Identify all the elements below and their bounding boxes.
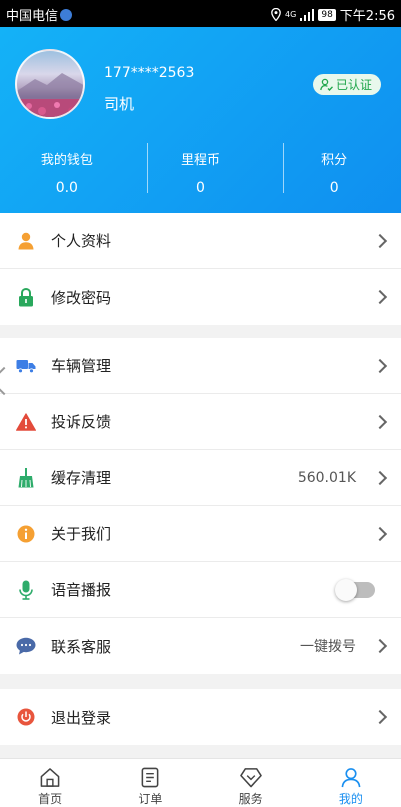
menu-item-change-password[interactable]: 修改密码 bbox=[0, 269, 401, 325]
carrier-badge-icon bbox=[60, 9, 73, 21]
tab-mine[interactable]: 我的 bbox=[301, 759, 401, 807]
avatar-image bbox=[17, 73, 83, 117]
menu-group-main: 车辆管理 投诉反馈 缓存清理 560.01K 关于我们 语音播报 联系客服 一键… bbox=[0, 338, 401, 674]
avatar[interactable] bbox=[15, 49, 85, 119]
menu-item-vehicle-management[interactable]: 车辆管理 bbox=[0, 338, 401, 394]
profile-header: 177****2563 司机 已认证 我的钱包 0.0 里程币 0 积分 0 bbox=[0, 27, 401, 213]
status-right: 4G 98 下午2:56 bbox=[271, 5, 395, 24]
stat-value: 0.0 bbox=[55, 180, 78, 196]
menu-item-label: 语音播报 bbox=[51, 581, 112, 599]
tab-service[interactable]: 服务 bbox=[201, 759, 301, 807]
menu-group-logout: 退出登录 bbox=[0, 689, 401, 745]
stat-divider bbox=[283, 143, 284, 193]
menu-item-customer-service[interactable]: 联系客服 一键拨号 bbox=[0, 618, 401, 674]
stat-divider bbox=[147, 143, 148, 193]
battery-indicator: 98 bbox=[318, 8, 336, 21]
menu-item-profile[interactable]: 个人资料 bbox=[0, 213, 401, 269]
list-icon bbox=[141, 767, 159, 788]
lock-icon bbox=[16, 287, 36, 307]
tab-orders[interactable]: 订单 bbox=[100, 759, 200, 807]
verified-label: 已认证 bbox=[335, 78, 372, 92]
chevron-right-icon bbox=[372, 358, 388, 373]
user-role: 司机 bbox=[104, 95, 135, 113]
info-icon bbox=[16, 524, 36, 544]
cache-size-value: 560.01K bbox=[297, 469, 356, 486]
menu-item-label: 退出登录 bbox=[51, 708, 112, 727]
truck-icon bbox=[16, 356, 36, 376]
stat-label: 里程币 bbox=[181, 153, 221, 168]
stat-wallet[interactable]: 我的钱包 0.0 bbox=[0, 143, 134, 198]
status-bar: 中国电信 4G 98 下午2:56 bbox=[0, 0, 401, 27]
chevron-right-icon bbox=[372, 289, 388, 305]
chevron-right-icon bbox=[372, 233, 388, 248]
warning-icon bbox=[16, 412, 36, 432]
menu-item-label: 车辆管理 bbox=[51, 357, 112, 375]
toggle-knob bbox=[335, 578, 357, 601]
menu-item-label: 关于我们 bbox=[51, 525, 112, 543]
tab-label: 订单 bbox=[138, 792, 163, 806]
menu-item-logout[interactable]: 退出登录 bbox=[0, 689, 401, 745]
home-icon bbox=[40, 768, 60, 787]
menu-item-label: 修改密码 bbox=[51, 288, 112, 307]
stat-value: 0 bbox=[329, 180, 339, 196]
tab-home[interactable]: 首页 bbox=[0, 759, 100, 807]
stats-row: 我的钱包 0.0 里程币 0 积分 0 bbox=[0, 143, 401, 198]
menu-item-voice-broadcast: 语音播报 bbox=[0, 562, 401, 618]
menu-item-label: 联系客服 bbox=[51, 637, 112, 656]
user-icon bbox=[341, 768, 361, 788]
chevron-right-icon bbox=[372, 414, 388, 429]
menu-group-account: 个人资料 修改密码 bbox=[0, 213, 401, 325]
stat-label: 积分 bbox=[321, 153, 348, 168]
stat-label: 我的钱包 bbox=[40, 153, 93, 168]
service-icon bbox=[239, 768, 262, 788]
microphone-icon bbox=[16, 580, 36, 600]
user-phone: 177****2563 bbox=[104, 65, 195, 81]
stat-value: 0 bbox=[196, 180, 205, 196]
location-icon bbox=[271, 8, 281, 21]
menu-item-label: 投诉反馈 bbox=[51, 413, 112, 431]
chevron-right-icon bbox=[372, 526, 388, 541]
stat-points[interactable]: 积分 0 bbox=[267, 143, 401, 198]
menu-item-clear-cache[interactable]: 缓存清理 560.01K bbox=[0, 450, 401, 506]
signal-icon bbox=[300, 8, 315, 21]
power-icon bbox=[16, 707, 36, 727]
network-type: 4G bbox=[285, 9, 297, 19]
chat-icon bbox=[16, 636, 36, 656]
tab-label: 我的 bbox=[338, 792, 363, 806]
stat-mileage-coins[interactable]: 里程币 0 bbox=[134, 143, 268, 198]
broom-icon bbox=[16, 467, 36, 488]
tab-label: 首页 bbox=[38, 792, 63, 806]
one-click-dial-label: 一键拨号 bbox=[300, 639, 356, 655]
menu-item-label: 个人资料 bbox=[51, 232, 112, 250]
chevron-right-icon bbox=[372, 709, 388, 725]
carrier-label: 中国电信 bbox=[6, 5, 73, 24]
chevron-right-icon bbox=[372, 470, 388, 485]
verified-user-icon bbox=[320, 78, 333, 91]
menu-item-about-us[interactable]: 关于我们 bbox=[0, 506, 401, 562]
bottom-tab-bar: 首页 订单 服务 我的 bbox=[0, 758, 401, 807]
person-icon bbox=[16, 231, 36, 251]
verified-badge[interactable]: 已认证 bbox=[312, 74, 381, 95]
chevron-right-icon bbox=[372, 638, 388, 654]
menu-item-complaint-feedback[interactable]: 投诉反馈 bbox=[0, 394, 401, 450]
voice-broadcast-toggle[interactable] bbox=[335, 578, 375, 601]
clock: 下午2:56 bbox=[339, 9, 395, 24]
menu-item-label: 缓存清理 bbox=[51, 469, 112, 487]
tab-label: 服务 bbox=[238, 792, 263, 806]
